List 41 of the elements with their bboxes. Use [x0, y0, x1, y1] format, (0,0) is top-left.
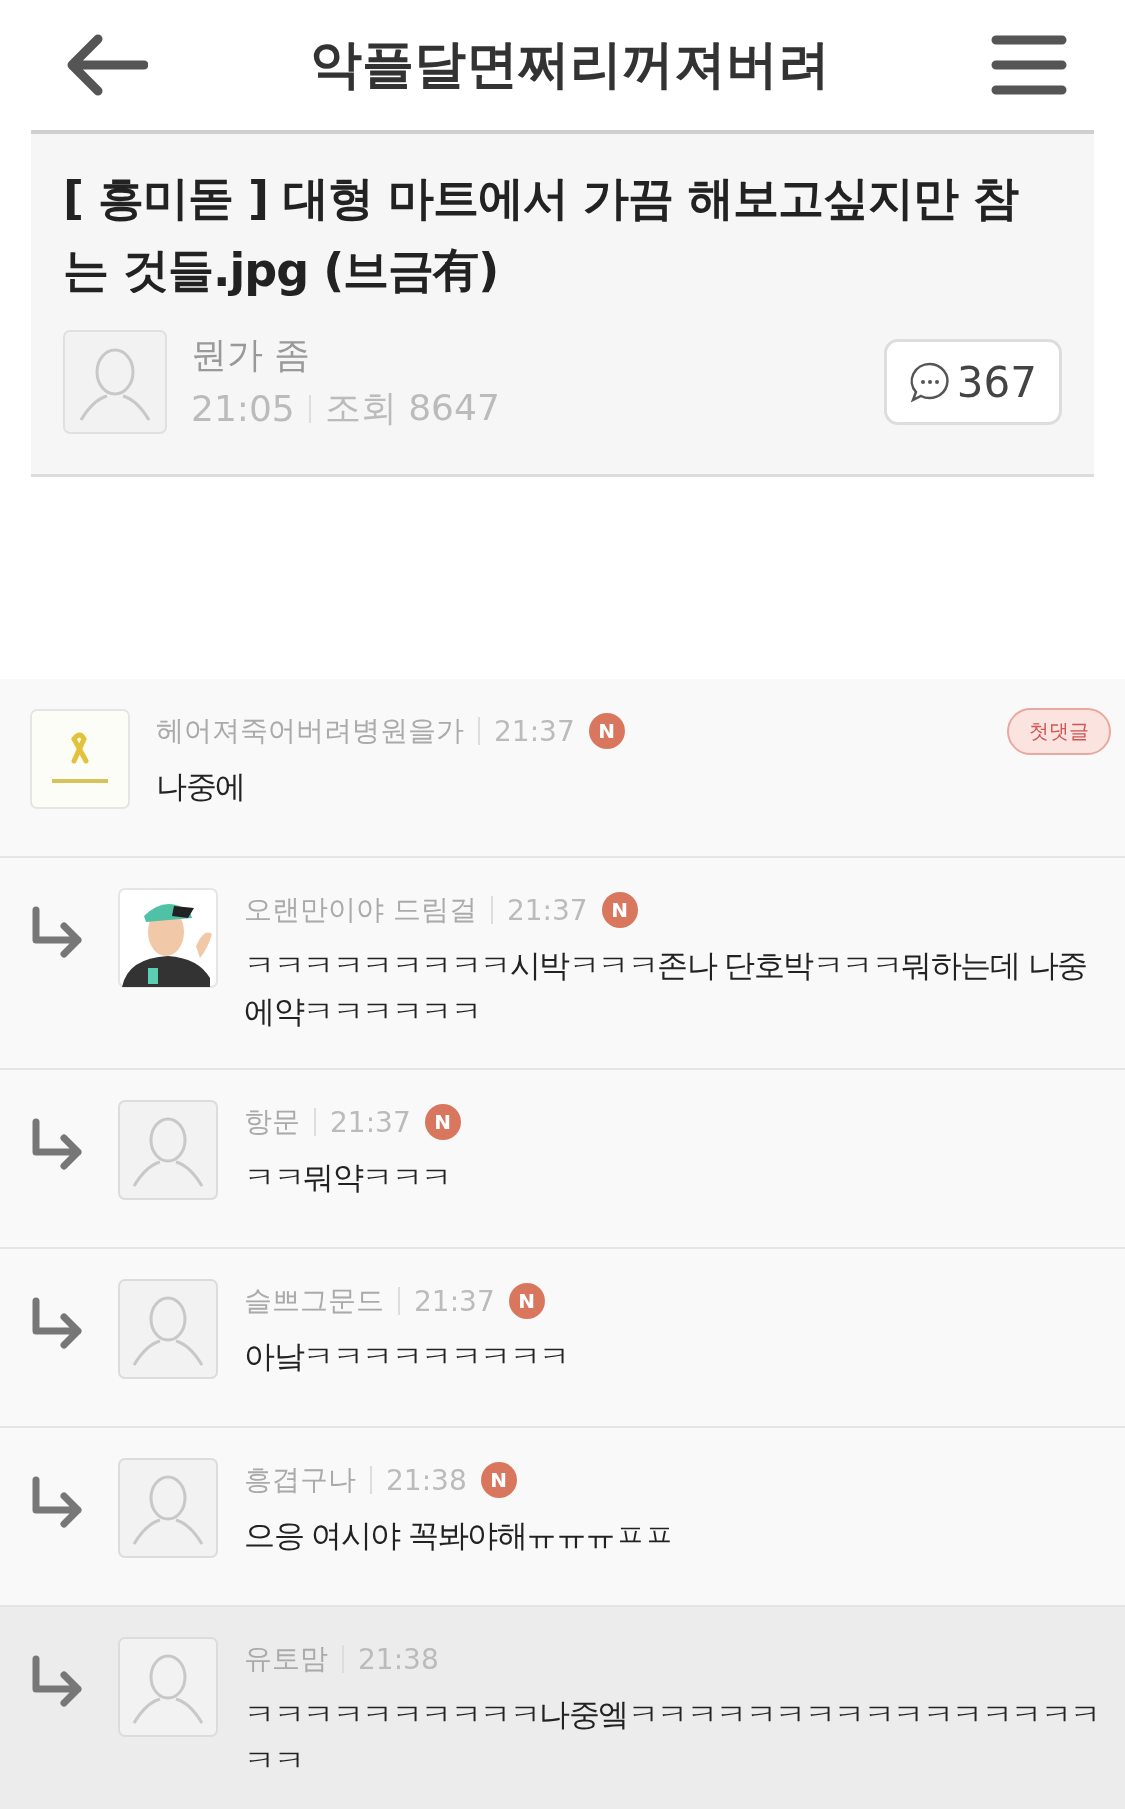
comment-time: 21:37	[494, 714, 575, 748]
commenter-name: 항문	[244, 1104, 300, 1140]
reply-arrow-icon	[30, 906, 84, 958]
commenter-name: 흥겹구나	[244, 1462, 356, 1498]
menu-icon[interactable]	[991, 34, 1067, 96]
new-badge: N	[424, 1104, 461, 1140]
comment-text: ㅋㅋㅋㅋㅋㅋㅋㅋㅋ시박ㅋㅋㅋ존나 단호박ㅋㅋㅋ뭐하는데 나중에약ㅋㅋㅋㅋㅋㅋ	[244, 946, 1088, 1031]
comment-time: 21:37	[330, 1105, 411, 1139]
first-comment-badge: 첫댓글	[1007, 707, 1111, 755]
comment-time: 21:37	[414, 1284, 495, 1318]
comment-text: 아낰ㅋㅋㅋㅋㅋㅋㅋㅋㅋ	[244, 1337, 570, 1376]
reply-arrow-icon	[30, 1118, 84, 1170]
comment-count-button[interactable]: 367	[883, 339, 1062, 425]
comment-text: ㅋㅋ뭐약ㅋㅋㅋ	[244, 1158, 452, 1197]
commenter-name: 헤어져죽어버려병원을가	[156, 713, 464, 749]
commenter-name: 유토맘	[244, 1641, 328, 1677]
author-name: 뭔가 좀	[191, 333, 312, 377]
new-badge: N	[480, 1462, 517, 1498]
avatar-icon	[118, 1458, 218, 1558]
reply-arrow-icon	[30, 1476, 84, 1528]
avatar-icon	[118, 1637, 218, 1737]
speech-bubble-icon	[908, 361, 951, 403]
new-badge: N	[588, 713, 625, 749]
commenter-name: 슬쁘그문드	[244, 1283, 384, 1319]
view-count: 조회 8647	[324, 386, 500, 430]
commenter-name: 오랜만이야 드림걸	[244, 892, 477, 928]
reply-arrow-icon	[30, 1297, 84, 1349]
reply-arrow-icon	[30, 1655, 84, 1707]
avatar-icon	[118, 1279, 218, 1379]
comment-time: 21:38	[386, 1463, 467, 1497]
page-title: 악플달면쩌리꺼져버려	[309, 33, 830, 96]
comment-text: 으응 여시야 꼭봐야해ㅠㅠㅠㅍㅍ	[244, 1516, 675, 1555]
avatar-icon	[118, 1100, 218, 1200]
new-badge: N	[508, 1283, 545, 1319]
avatar-icon	[63, 330, 167, 434]
comment-text: ㅋㅋㅋㅋㅋㅋㅋㅋㅋㅋ나중엨ㅋㅋㅋㅋㅋㅋㅋㅋㅋㅋㅋㅋㅋㅋㅋㅋㅋㅋ	[244, 1695, 1101, 1780]
new-badge: N	[601, 892, 638, 928]
post-title: [ 흥미돋 ] 대형 마트에서 가끔 해보고싶지만 참는 것들.jpg (브금有)	[63, 170, 1020, 299]
post-time: 21:05	[191, 388, 295, 429]
comment-text: 나중에	[156, 767, 246, 806]
comment-time: 21:37	[506, 893, 588, 927]
